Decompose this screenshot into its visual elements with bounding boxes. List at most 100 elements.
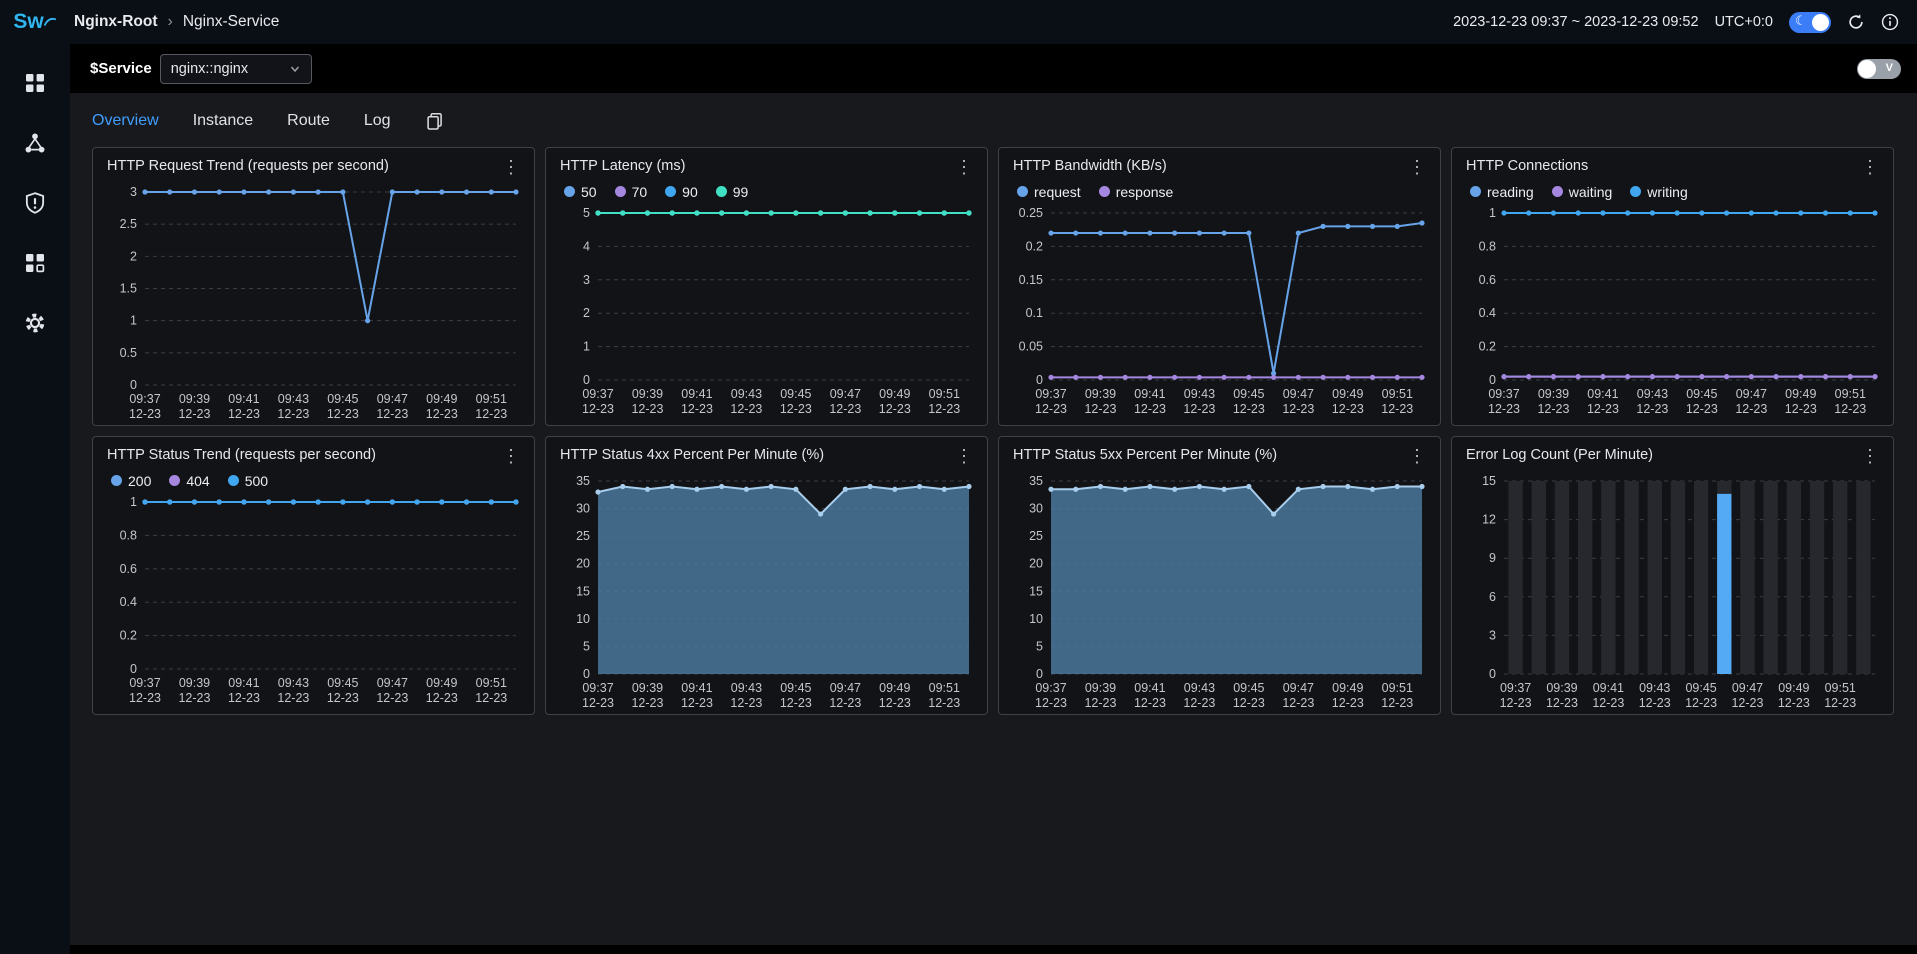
widget-card-http-connections: HTTP Connections ⋮ readingwaitingwriting… (1451, 147, 1894, 426)
widget-title: HTTP Status Trend (requests per second) (107, 447, 376, 463)
legend-item[interactable]: 99 (716, 184, 749, 200)
svg-text:12-23: 12-23 (1636, 402, 1668, 416)
svg-text:0.8: 0.8 (1479, 239, 1496, 253)
svg-text:09:47: 09:47 (830, 387, 861, 401)
sidebar-item-topology[interactable] (20, 128, 50, 158)
svg-text:0.8: 0.8 (120, 528, 137, 542)
legend-item[interactable]: 90 (665, 184, 698, 200)
legend-dot-icon (169, 475, 180, 486)
svg-text:0.6: 0.6 (120, 562, 137, 576)
legend-item[interactable]: writing (1630, 184, 1687, 200)
svg-text:12-23: 12-23 (1134, 696, 1166, 710)
svg-text:12-23: 12-23 (1824, 696, 1856, 710)
kebab-menu-icon[interactable]: ⋮ (1406, 158, 1428, 176)
theme-toggle[interactable]: ☾ (1789, 12, 1831, 33)
chart-canvas[interactable]: 0369121509:3712-2309:3912-2309:4112-2309… (1452, 469, 1893, 715)
legend-dot-icon (564, 186, 575, 197)
info-icon[interactable] (1881, 13, 1899, 31)
svg-text:4: 4 (583, 239, 590, 253)
svg-text:0.5: 0.5 (120, 346, 137, 360)
svg-text:2: 2 (583, 306, 590, 320)
service-select[interactable]: nginx::nginx (160, 54, 312, 84)
sidebar-item-settings[interactable] (20, 308, 50, 338)
svg-text:3: 3 (130, 185, 137, 199)
kebab-menu-icon[interactable]: ⋮ (500, 447, 522, 465)
svg-text:12: 12 (1482, 513, 1496, 527)
svg-text:09:51: 09:51 (929, 387, 960, 401)
kebab-menu-icon[interactable]: ⋮ (500, 158, 522, 176)
time-range-picker[interactable]: 2023-12-23 09:37 ~ 2023-12-23 09:52 (1453, 14, 1699, 30)
svg-text:12-23: 12-23 (1686, 402, 1718, 416)
svg-text:09:37: 09:37 (1035, 681, 1066, 695)
legend-item[interactable]: 500 (228, 473, 268, 489)
legend-item[interactable]: 50 (564, 184, 597, 200)
chart-canvas[interactable]: 00.20.40.60.8109:3712-2309:3912-2309:411… (93, 490, 534, 714)
svg-text:2.5: 2.5 (120, 217, 137, 231)
breadcrumb-separator-icon: › (168, 13, 173, 31)
tab-log[interactable]: Log (364, 112, 391, 130)
svg-text:12-23: 12-23 (178, 407, 210, 421)
tab-instance[interactable]: Instance (193, 112, 253, 130)
svg-text:12-23: 12-23 (1488, 402, 1520, 416)
svg-text:25: 25 (576, 529, 590, 543)
refresh-icon[interactable] (1847, 13, 1865, 31)
svg-text:12-23: 12-23 (829, 696, 861, 710)
svg-text:12-23: 12-23 (1084, 402, 1116, 416)
breadcrumb-current[interactable]: Nginx-Service (183, 13, 279, 31)
legend-item[interactable]: 70 (615, 184, 648, 200)
version-toggle[interactable]: V (1857, 59, 1901, 79)
chart-canvas[interactable]: 00.511.522.5309:3712-2309:3912-2309:4112… (93, 180, 534, 426)
svg-text:09:45: 09:45 (780, 387, 811, 401)
svg-text:12-23: 12-23 (1233, 402, 1265, 416)
kebab-menu-icon[interactable]: ⋮ (1406, 447, 1428, 465)
breadcrumb: Nginx-Root › Nginx-Service (74, 13, 279, 31)
legend-item[interactable]: 404 (169, 473, 209, 489)
chart-canvas[interactable]: 01234509:3712-2309:3912-2309:4112-2309:4… (546, 201, 987, 425)
svg-text:0: 0 (1489, 667, 1496, 681)
legend-item[interactable]: reading (1470, 184, 1534, 200)
svg-text:12-23: 12-23 (277, 407, 309, 421)
tab-route[interactable]: Route (287, 112, 330, 130)
chart-canvas[interactable]: 00.050.10.150.20.2509:3712-2309:3912-230… (999, 201, 1440, 425)
app-logo[interactable]: Sw (0, 10, 70, 34)
kebab-menu-icon[interactable]: ⋮ (953, 158, 975, 176)
legend-item[interactable]: request (1017, 184, 1081, 200)
svg-text:09:39: 09:39 (1546, 681, 1577, 695)
svg-text:09:47: 09:47 (830, 681, 861, 695)
kebab-menu-icon[interactable]: ⋮ (1859, 447, 1881, 465)
legend-item[interactable]: 200 (111, 473, 151, 489)
service-select-value: nginx::nginx (171, 61, 248, 77)
sidebar-item-dashboards[interactable] (20, 68, 50, 98)
sidebar-item-alerting[interactable] (20, 188, 50, 218)
timezone-label[interactable]: UTC+0:0 (1715, 14, 1773, 30)
service-label: $Service (90, 60, 152, 77)
svg-text:09:39: 09:39 (179, 392, 210, 406)
svg-text:09:43: 09:43 (731, 387, 762, 401)
svg-text:1: 1 (583, 340, 590, 354)
copy-icon[interactable] (425, 111, 445, 131)
svg-text:09:41: 09:41 (681, 387, 712, 401)
svg-text:12-23: 12-23 (928, 402, 960, 416)
chart-canvas[interactable]: 00.20.40.60.8109:3712-2309:3912-2309:411… (1452, 201, 1893, 425)
svg-text:0.6: 0.6 (1479, 273, 1496, 287)
svg-text:09:45: 09:45 (1233, 387, 1264, 401)
chart-legend: request response (999, 180, 1440, 201)
legend-dot-icon (1099, 186, 1110, 197)
chart-canvas[interactable]: 0510152025303509:3712-2309:3912-2309:411… (999, 469, 1440, 715)
svg-text:12-23: 12-23 (1134, 402, 1166, 416)
widget-title: HTTP Status 5xx Percent Per Minute (%) (1013, 447, 1277, 463)
chart-canvas[interactable]: 0510152025303509:3712-2309:3912-2309:411… (546, 469, 987, 715)
kebab-menu-icon[interactable]: ⋮ (953, 447, 975, 465)
svg-text:12-23: 12-23 (1035, 696, 1067, 710)
sidebar-item-marketplace[interactable] (20, 248, 50, 278)
kebab-menu-icon[interactable]: ⋮ (1859, 158, 1881, 176)
chevron-down-icon (289, 63, 301, 75)
breadcrumb-root[interactable]: Nginx-Root (74, 13, 158, 31)
legend-item[interactable]: response (1099, 184, 1174, 200)
svg-text:1: 1 (1489, 206, 1496, 220)
svg-text:0.05: 0.05 (1019, 340, 1043, 354)
legend-item[interactable]: waiting (1552, 184, 1613, 200)
legend-dot-icon (615, 186, 626, 197)
tab-overview[interactable]: Overview (92, 112, 159, 130)
widget-title: HTTP Latency (ms) (560, 158, 685, 174)
